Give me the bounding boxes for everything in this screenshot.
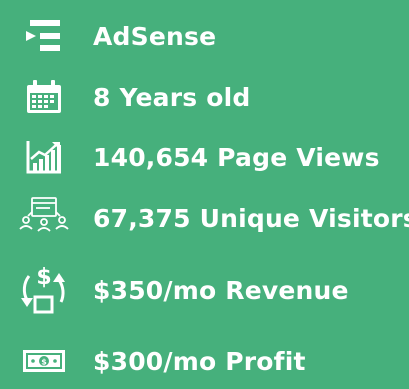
stat-row-profit: $ $300/mo Profit <box>0 333 409 389</box>
site-stats-list: AdSense 8 Years old 140,654 Page Views 6… <box>0 0 409 385</box>
stat-label: $350/mo Revenue <box>93 275 349 305</box>
visitors-network-icon <box>12 190 76 246</box>
stat-row-unique-visitors: 67,375 Unique Visitors <box>0 190 409 246</box>
stat-label: $300/mo Profit <box>93 346 306 376</box>
svg-text:$: $ <box>41 358 47 367</box>
calendar-icon <box>12 69 76 125</box>
stat-label: AdSense <box>93 21 217 51</box>
stat-row-page-views: 140,654 Page Views <box>0 129 409 185</box>
svg-text:$: $ <box>36 265 51 290</box>
list-menu-icon <box>12 8 76 64</box>
stat-row-monetization: AdSense <box>0 8 409 64</box>
stat-row-revenue: $ $350/mo Revenue <box>0 262 409 318</box>
stat-label: 140,654 Page Views <box>93 142 380 172</box>
growth-chart-icon <box>12 129 76 185</box>
stat-row-age: 8 Years old <box>0 69 409 125</box>
stat-label: 67,375 Unique Visitors <box>93 203 409 233</box>
stat-label: 8 Years old <box>93 82 251 112</box>
cash-bill-icon: $ <box>12 333 76 389</box>
revenue-cycle-icon: $ <box>12 262 76 318</box>
